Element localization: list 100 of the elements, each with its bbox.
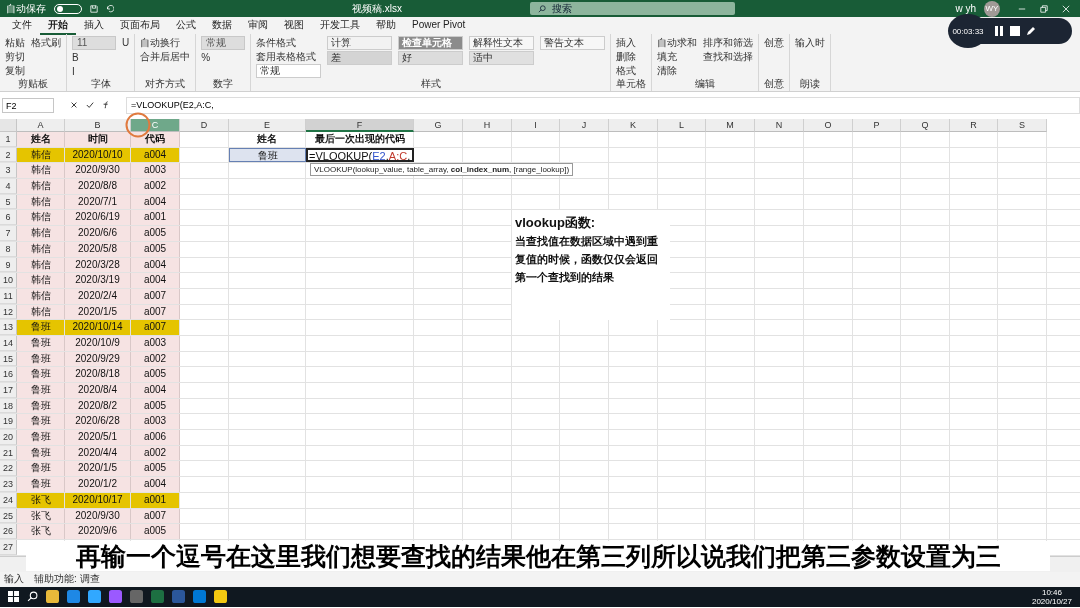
row-number[interactable]: 6 — [0, 210, 17, 226]
start-icon[interactable] — [8, 591, 19, 603]
menu-tab[interactable]: 审阅 — [240, 16, 276, 35]
ribbon-button[interactable]: 排序和筛选 — [703, 36, 754, 49]
search-field[interactable]: 搜索 — [530, 2, 735, 15]
row-number[interactable]: 3 — [0, 163, 17, 179]
close-icon[interactable] — [1062, 4, 1070, 13]
cell-style-swatch[interactable]: 好 — [398, 51, 464, 65]
menu-tab[interactable]: 开发工具 — [312, 16, 368, 35]
ribbon-button[interactable]: 格式刷 — [31, 36, 61, 49]
ribbon-button[interactable]: 粘贴 — [5, 36, 25, 49]
column-header[interactable]: P — [853, 119, 901, 132]
column-header[interactable]: E — [229, 119, 306, 132]
column-header[interactable]: D — [180, 119, 229, 132]
row-number[interactable]: 13 — [0, 320, 17, 335]
undo-icon[interactable] — [106, 4, 114, 13]
app-icon[interactable] — [67, 590, 80, 604]
app-icon[interactable] — [109, 590, 122, 604]
row-number[interactable]: 22 — [0, 461, 17, 477]
ribbon-button[interactable]: 插入 — [616, 36, 637, 49]
ribbon-button[interactable]: % — [201, 51, 246, 64]
accessibility-status[interactable]: 辅助功能: 调查 — [34, 572, 100, 587]
ribbon-group-label: 剪贴板 — [17, 78, 49, 90]
ribbon-button[interactable]: 条件格式 — [256, 36, 322, 49]
restore-icon[interactable] — [1040, 4, 1048, 13]
row-number[interactable]: 26 — [0, 524, 17, 539]
column-header[interactable]: B — [65, 119, 131, 132]
menu-tab[interactable]: 公式 — [168, 16, 204, 35]
column-header[interactable]: R — [950, 119, 998, 132]
menu-tab[interactable]: 页面布局 — [112, 16, 168, 35]
column-header[interactable]: I — [512, 119, 560, 132]
column-header[interactable]: F — [306, 119, 414, 132]
ribbon-button[interactable]: I — [72, 65, 116, 78]
column-header[interactable]: Q — [901, 119, 950, 132]
table-cell: a006 — [131, 430, 180, 445]
app-icon[interactable] — [46, 590, 59, 604]
app-icon[interactable] — [214, 590, 227, 604]
ribbon-dropdown[interactable]: 11 — [72, 36, 116, 50]
row-number[interactable]: 20 — [0, 430, 17, 445]
ribbon-button[interactable]: B — [72, 51, 116, 64]
ribbon-button[interactable]: 输入时 — [795, 36, 826, 49]
menu-tab[interactable]: 文件 — [4, 16, 40, 35]
cell-style-swatch[interactable]: 适中 — [469, 51, 535, 65]
menu-tab[interactable]: Power Pivot — [404, 18, 474, 33]
ribbon-button[interactable]: 自动换行 — [140, 36, 191, 49]
column-header[interactable]: O — [804, 119, 853, 132]
column-header[interactable]: H — [463, 119, 512, 132]
ribbon-button[interactable]: 格式 — [616, 64, 637, 77]
ribbon-button[interactable]: 合并后居中 — [140, 50, 191, 63]
ribbon-button[interactable]: 清除 — [657, 64, 698, 77]
row-number[interactable]: 19 — [0, 414, 17, 430]
function-icon — [102, 101, 110, 109]
pause-icon[interactable] — [994, 26, 1004, 36]
ribbon-button[interactable]: 自动求和 — [657, 36, 698, 49]
column-header[interactable]: M — [706, 119, 755, 132]
cell-style-swatch[interactable]: 差 — [327, 51, 393, 65]
ribbon-button[interactable]: U — [122, 36, 130, 49]
column-header[interactable]: N — [755, 119, 804, 132]
name-box[interactable]: F2 — [2, 97, 54, 113]
column-header[interactable]: S — [998, 119, 1047, 132]
table-cell: 2020/8/8 — [65, 179, 131, 194]
formula-field[interactable]: =VLOOKUP(E2,A:C, — [126, 96, 1080, 114]
menu-tab[interactable]: 插入 — [76, 16, 112, 35]
row-number[interactable]: 4 — [0, 179, 17, 194]
column-header[interactable]: K — [609, 119, 658, 132]
ribbon-dropdown[interactable]: 常规 — [201, 36, 246, 50]
ribbon-button[interactable]: 套用表格格式 — [256, 50, 322, 63]
ribbon-button[interactable]: 创意 — [764, 36, 785, 49]
app-icon[interactable] — [88, 590, 101, 604]
ribbon-group-label: 编辑 — [694, 78, 717, 90]
table-cell: 2020/9/30 — [65, 163, 131, 179]
pen-icon[interactable] — [1026, 26, 1036, 36]
cell-style-swatch[interactable]: 计算 — [327, 36, 393, 50]
search-icon[interactable] — [27, 591, 38, 603]
table-cell: 韩信 — [17, 179, 65, 194]
row-number[interactable]: 17 — [0, 383, 17, 398]
table-cell: a003 — [131, 414, 180, 430]
column-header[interactable]: G — [414, 119, 463, 132]
menu-tab[interactable]: 数据 — [204, 16, 240, 35]
cell-style-swatch[interactable]: 警告文本 — [540, 36, 606, 50]
column-header[interactable]: J — [560, 119, 609, 132]
row-number[interactable]: 23 — [0, 477, 17, 492]
ribbon-button[interactable]: 填充 — [657, 50, 698, 63]
menu-tab[interactable]: 帮助 — [368, 16, 404, 35]
table-cell: a005 — [131, 461, 180, 477]
row-number[interactable]: 1 — [0, 132, 17, 147]
cell-style-swatch[interactable]: 解释性文本 — [469, 36, 535, 50]
ribbon-button[interactable]: 查找和选择 — [703, 50, 754, 63]
ribbon-button[interactable]: 剪切 — [5, 50, 25, 63]
row-number[interactable]: 7 — [0, 226, 17, 241]
clock-date: 2020/10/27 — [1031, 596, 1072, 606]
cell-style-swatch[interactable]: 常规 — [256, 64, 322, 78]
row-number[interactable]: 10 — [0, 273, 17, 288]
row-number[interactable]: 16 — [0, 367, 17, 382]
column-header[interactable]: A — [17, 119, 65, 132]
menu-tab[interactable]: 视图 — [276, 16, 312, 35]
save-icon[interactable] — [90, 4, 98, 13]
ribbon-button[interactable]: 删除 — [616, 50, 637, 63]
ribbon-button[interactable]: 复制 — [5, 64, 25, 77]
column-header[interactable]: L — [658, 119, 706, 132]
